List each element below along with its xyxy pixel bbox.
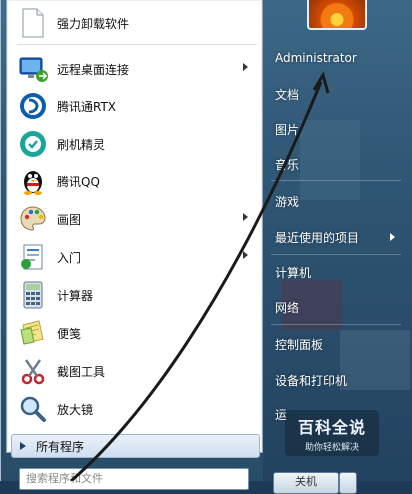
program-item-snipping-tool[interactable]: 截图工具 [11,352,258,390]
program-label: 刷机精灵 [57,137,106,152]
program-item-paint[interactable]: 画图 [11,200,258,238]
program-item-remote-desktop[interactable]: 远程桌面连接 [11,50,258,88]
submenu-arrow-icon [243,63,248,71]
divider [271,324,401,325]
divider [17,44,257,45]
right-item-label: 计算机 [275,265,312,280]
watermark-title: 百科全说 [297,417,366,437]
submenu-arrow-icon [243,251,248,259]
right-item-label: 控制面板 [275,337,324,352]
all-programs-button[interactable]: 所有程序 [11,434,260,458]
snipping-tool-icon [17,355,49,387]
program-item-getting-started[interactable]: 入门 [11,238,258,276]
right-item-label: 游戏 [275,194,300,209]
divider [271,254,401,255]
right-item-label: 图片 [275,122,300,137]
magnifier-icon [17,393,49,425]
user-avatar[interactable] [307,0,367,30]
right-item-recent-items[interactable]: 最近使用的项目 [265,225,409,249]
right-item-label: 运 [275,407,288,422]
rtx-icon [17,90,49,122]
right-item-label: 设备和打印机 [275,373,348,388]
right-item-label: 音乐 [275,157,300,172]
submenu-arrow-icon [243,213,248,221]
right-item-computer[interactable]: 计算机 [265,260,409,284]
right-item-music[interactable]: 音乐 [265,152,409,176]
program-label: 计算器 [57,288,94,303]
program-label: 画图 [57,212,82,227]
shutdown-button[interactable]: 关机 [273,472,339,494]
program-item-magnifier[interactable]: 放大镜 [11,390,258,428]
sticky-notes-icon [17,317,49,349]
calculator-icon [17,279,49,311]
shutdown-options-button[interactable] [339,472,357,494]
program-item-sticky-notes[interactable]: 便笺 [11,314,258,352]
right-item-games[interactable]: 游戏 [265,189,409,213]
document-icon [17,7,49,39]
program-item-rtx[interactable]: 腾讯通RTX [11,87,258,125]
qq-penguin-icon [17,165,49,197]
all-programs-label: 所有程序 [36,439,85,454]
right-item-devices-printers[interactable]: 设备和打印机 [265,368,409,392]
right-item-label: Administrator [275,51,357,65]
right-item-control-panel[interactable]: 控制面板 [265,332,409,356]
program-item-uninstaller[interactable]: 强力卸载软件 [11,4,258,42]
right-item-label: 最近使用的项目 [275,230,360,245]
submenu-arrow-icon [390,233,395,241]
watermark-subtitle: 助你轻松解决 [304,442,359,453]
right-item-label: 网络 [275,300,300,315]
program-label: 腾讯通RTX [57,99,117,114]
getting-started-icon [17,241,49,273]
start-menu: 强力卸载软件 远程桌面连接 腾讯通RTX 刷机精灵 腾讯QQ 画图 入门 计算器… [0,0,412,494]
program-label: 腾讯QQ [57,174,100,189]
right-item-administrator[interactable]: Administrator [265,46,409,70]
search-input[interactable]: 搜索程序和文件 [19,468,249,490]
program-label: 入门 [57,250,82,265]
divider [271,180,401,181]
program-item-qq[interactable]: 腾讯QQ [11,162,258,200]
program-item-calculator[interactable]: 计算器 [11,276,258,314]
right-item-label: 文档 [275,87,300,102]
right-item-network[interactable]: 网络 [265,295,409,319]
program-label: 放大镜 [57,402,94,417]
start-menu-left-pane: 强力卸载软件 远程桌面连接 腾讯通RTX 刷机精灵 腾讯QQ 画图 入门 计算器… [6,0,263,453]
program-item-shuaji[interactable]: 刷机精灵 [11,125,258,163]
program-label: 强力卸载软件 [57,16,130,31]
triangle-right-icon [20,442,26,450]
watermark: 百科全说 助你轻松解决 [285,410,379,456]
paint-palette-icon [17,203,49,235]
shuaji-icon [17,128,49,160]
right-item-documents[interactable]: 文档 [265,82,409,106]
right-item-pictures[interactable]: 图片 [265,117,409,141]
program-label: 远程桌面连接 [57,62,130,77]
remote-desktop-icon [17,53,49,85]
program-label: 截图工具 [57,364,106,379]
program-label: 便笺 [57,326,82,341]
